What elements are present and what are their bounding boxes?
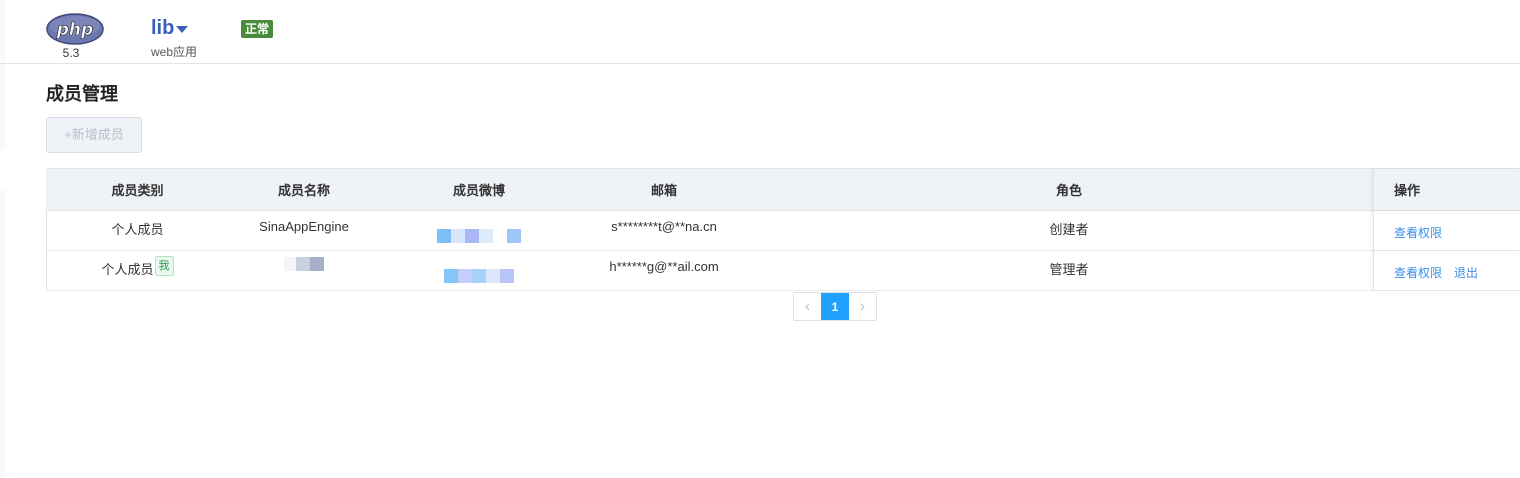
quit-link[interactable]: 退出 bbox=[1454, 264, 1478, 281]
member-type: 个人成员 bbox=[101, 262, 154, 277]
php-logo-icon: php bbox=[46, 13, 104, 45]
app-switcher[interactable]: lib bbox=[151, 17, 189, 40]
table-row: 个人成员 SinaAppEngine s********t@**na.cn 创建… bbox=[46, 211, 1520, 251]
page-title: 成员管理 bbox=[46, 84, 118, 104]
members-table: 成员类别 成员名称 成员微博 邮箱 角色 操作 个人成员 SinaAppEngi… bbox=[46, 168, 1520, 291]
table-row: 个人成员 我 h******g@**ail.com 管理者 查看权限 退出 bbox=[46, 251, 1520, 291]
view-permissions-link[interactable]: 查看权限 bbox=[1394, 224, 1442, 241]
member-role: 创建者 bbox=[1049, 222, 1089, 237]
member-name-redacted bbox=[229, 251, 379, 290]
member-role: 管理者 bbox=[1049, 262, 1089, 277]
header-member-type: 成员类别 bbox=[111, 183, 164, 198]
app-header: php 5.3 lib web应用 正常 bbox=[0, 0, 1520, 64]
header-member-name: 成员名称 bbox=[277, 183, 330, 198]
app-name: lib bbox=[151, 17, 175, 39]
chevron-right-icon[interactable]: › bbox=[849, 293, 876, 320]
caret-down-icon bbox=[176, 26, 189, 33]
chevron-left-icon[interactable]: ‹ bbox=[794, 293, 821, 320]
table-header-row: 成员类别 成员名称 成员微博 邮箱 角色 操作 bbox=[46, 169, 1520, 211]
member-email: s********t@**na.cn bbox=[611, 219, 717, 234]
action-cell: 查看权限 bbox=[1373, 211, 1520, 250]
status-badge: 正常 bbox=[241, 20, 274, 38]
action-cell: 查看权限 退出 bbox=[1373, 251, 1520, 290]
member-email: h******g@**ail.com bbox=[609, 259, 719, 274]
svg-text:php: php bbox=[56, 20, 93, 40]
header-action: 操作 bbox=[1373, 169, 1520, 210]
member-type: 个人成员 bbox=[111, 222, 164, 237]
member-name: SinaAppEngine bbox=[259, 219, 349, 234]
left-edge-strip bbox=[0, 0, 5, 478]
app-type: web应用 bbox=[151, 45, 198, 59]
member-type-cell: 个人成员 我 bbox=[46, 251, 229, 290]
header-member-weibo: 成员微博 bbox=[452, 183, 505, 198]
add-member-button[interactable]: +新增成员 bbox=[46, 117, 142, 153]
me-tag: 我 bbox=[154, 256, 174, 276]
page-number-current[interactable]: 1 bbox=[821, 293, 849, 320]
pagination: ‹ 1 › bbox=[793, 292, 877, 321]
member-weibo-redacted bbox=[379, 211, 579, 250]
header-email: 邮箱 bbox=[650, 183, 677, 198]
header-role: 角色 bbox=[1055, 183, 1082, 198]
runtime-version: 5.3 bbox=[62, 46, 80, 60]
view-permissions-link[interactable]: 查看权限 bbox=[1394, 264, 1442, 281]
member-weibo-redacted bbox=[379, 251, 579, 290]
